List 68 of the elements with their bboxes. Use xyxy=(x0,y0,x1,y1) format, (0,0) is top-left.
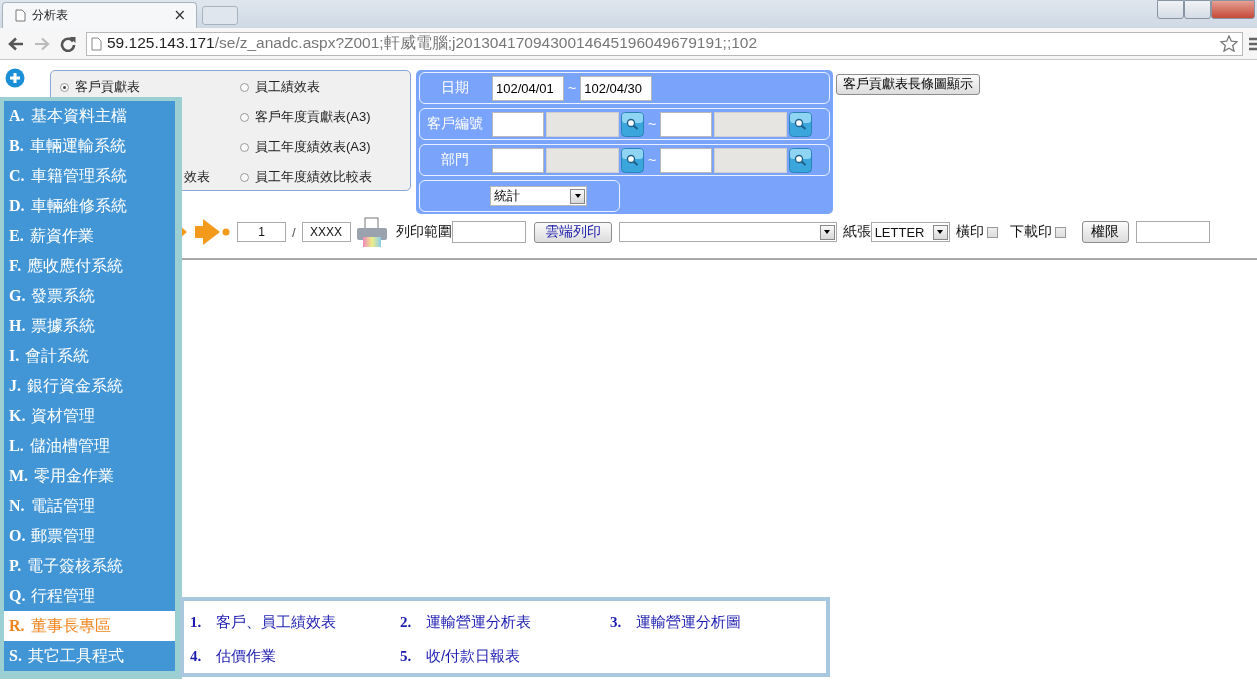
report-type-option[interactable]: 客戶貢獻表 xyxy=(60,72,240,102)
add-icon[interactable] xyxy=(5,68,25,88)
new-tab-button[interactable] xyxy=(202,6,238,25)
address-bar[interactable]: 59.125.143.171/se/z_anadc.aspx?Z001;軒威電腦;j2013041709430014645196049679191;;102 xyxy=(86,31,1243,56)
last-page-icon[interactable] xyxy=(195,219,231,245)
date-field[interactable]: 102/04/01 xyxy=(492,75,564,101)
menu-icon[interactable] xyxy=(1249,36,1257,51)
page-number-field[interactable]: 1 xyxy=(237,222,286,242)
submenu-link[interactable]: 1. 客戶、員工績效表 xyxy=(190,605,400,639)
permission-field[interactable] xyxy=(1135,221,1210,243)
option-label: 橫印 xyxy=(955,223,984,241)
submenu-link[interactable]: 2. 運輸營運分析表 xyxy=(400,605,610,639)
report-type-option[interactable]: 員工年度績效表(A3) xyxy=(240,132,420,162)
tab-close-button[interactable]: × xyxy=(173,8,186,23)
page-total-field: XXXX xyxy=(301,222,351,242)
search-icon[interactable] xyxy=(789,147,813,173)
browser-tab[interactable]: 分析表 × xyxy=(2,2,197,28)
range-separator: ~ xyxy=(648,116,657,132)
radio-button[interactable] xyxy=(240,142,249,152)
url-text: 59.125.143.171/se/z_anadc.aspx?Z001;軒威電腦;j2013041709430014645196049679191;;102 xyxy=(107,33,758,53)
print-range-field[interactable] xyxy=(451,221,526,243)
maximize-button[interactable] xyxy=(1184,0,1211,19)
search-icon[interactable] xyxy=(621,111,644,137)
code-field[interactable] xyxy=(492,111,544,137)
radio-button[interactable] xyxy=(240,82,249,92)
tab-title: 分析表 xyxy=(32,7,69,24)
mode-dropdown[interactable]: 統計 xyxy=(490,186,587,206)
window-close-button[interactable] xyxy=(1211,0,1255,19)
option-label: 下載印 xyxy=(1009,223,1052,241)
back-icon[interactable] xyxy=(8,36,24,51)
star-icon[interactable] xyxy=(1220,35,1238,52)
search-icon[interactable] xyxy=(789,111,813,137)
submenu-link[interactable]: 3. 運輸營運分析圖 xyxy=(610,605,820,639)
printer-dropdown[interactable] xyxy=(618,222,837,242)
range-separator: ~ xyxy=(648,152,657,168)
page-separator: / xyxy=(292,224,296,240)
filter-label: 客戶編號 xyxy=(426,115,484,133)
reload-icon[interactable] xyxy=(60,35,76,52)
report-type-option[interactable]: 客戶年度貢獻表(A3) xyxy=(240,102,420,132)
chart-display-button[interactable]: 客戶貢獻表長條圖顯示 xyxy=(836,74,980,95)
radio-button[interactable] xyxy=(240,112,249,122)
minimize-button[interactable] xyxy=(1157,0,1184,19)
printer-icon[interactable] xyxy=(355,216,388,248)
report-type-option[interactable]: 員工績效表 xyxy=(240,72,420,102)
filter-label: 部門 xyxy=(440,151,470,169)
checkbox[interactable] xyxy=(986,226,998,238)
print-range-label: 列印範圍 xyxy=(395,223,452,241)
range-separator: ~ xyxy=(568,80,577,96)
paper-label: 紙張 xyxy=(842,223,871,241)
filter-label: 日期 xyxy=(440,79,470,97)
submenu-link[interactable]: 5. 收/付款日報表 xyxy=(400,639,610,673)
radio-button[interactable] xyxy=(240,172,249,182)
forward-icon[interactable] xyxy=(34,36,50,51)
page-icon xyxy=(15,9,26,22)
radio-button[interactable] xyxy=(60,82,69,92)
report-type-option[interactable]: 員工年度績效比較表 xyxy=(240,162,420,192)
report-type-label: 效表 xyxy=(184,168,210,186)
submenu-link[interactable]: 4. 估價作業 xyxy=(190,639,400,673)
page-icon xyxy=(91,36,102,51)
code-field[interactable] xyxy=(660,147,713,173)
cloud-print-button[interactable]: 雲端列印 xyxy=(533,221,612,243)
code-field[interactable] xyxy=(660,111,713,137)
date-field[interactable]: 102/04/30 xyxy=(580,75,653,101)
search-icon[interactable] xyxy=(621,147,644,173)
code-field[interactable] xyxy=(492,147,544,173)
paper-dropdown[interactable]: LETTER xyxy=(870,222,950,242)
checkbox[interactable] xyxy=(1054,226,1066,238)
permission-button[interactable]: 權限 xyxy=(1081,221,1129,243)
